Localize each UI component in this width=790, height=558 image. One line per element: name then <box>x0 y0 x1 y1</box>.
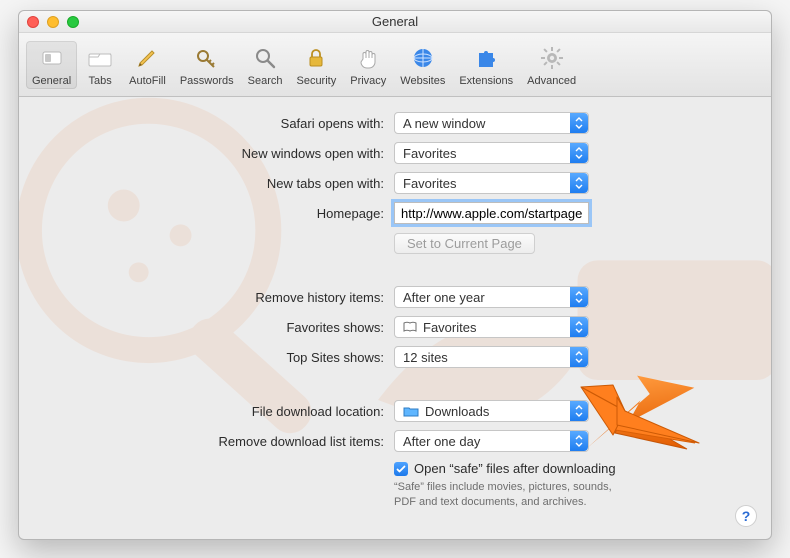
select-value: Downloads <box>425 404 489 419</box>
globe-icon <box>408 43 438 73</box>
toolbar-label: Advanced <box>527 75 576 87</box>
open-safe-files-label: Open “safe” files after downloading <box>414 461 616 476</box>
toolbar-item-tabs[interactable]: Tabs <box>79 41 121 89</box>
select-value: Favorites <box>403 176 456 191</box>
toolbar-item-general[interactable]: General <box>26 41 77 89</box>
toolbar-label: Passwords <box>180 75 234 87</box>
window-title: General <box>19 14 771 29</box>
titlebar: General <box>19 11 771 33</box>
gear-icon <box>537 43 567 73</box>
select-remove-downloads[interactable]: After one day <box>394 430 589 452</box>
folder-icon <box>403 405 419 417</box>
content-area: Safari opens with: A new window New wind… <box>19 97 771 539</box>
safe-files-help-text: “Safe” files include movies, pictures, s… <box>394 480 634 510</box>
toolbar-item-security[interactable]: Security <box>290 41 342 89</box>
chevron-updown-icon <box>570 143 588 163</box>
chevron-updown-icon <box>570 317 588 337</box>
select-remove-history[interactable]: After one year <box>394 286 589 308</box>
homepage-input[interactable] <box>394 202 589 224</box>
help-icon: ? <box>742 508 751 524</box>
toolbar-item-advanced[interactable]: Advanced <box>521 41 582 89</box>
label-safari-opens-with: Safari opens with: <box>39 116 394 131</box>
puzzle-icon <box>471 43 501 73</box>
open-safe-files-checkbox[interactable] <box>394 462 408 476</box>
chevron-updown-icon <box>570 347 588 367</box>
select-value: After one year <box>403 290 485 305</box>
label-remove-history: Remove history items: <box>39 290 394 305</box>
toolbar-item-privacy[interactable]: Privacy <box>344 41 392 89</box>
label-new-tabs-open-with: New tabs open with: <box>39 176 394 191</box>
select-file-download-location[interactable]: Downloads <box>394 400 589 422</box>
label-new-windows-open-with: New windows open with: <box>39 146 394 161</box>
label-homepage: Homepage: <box>39 206 394 221</box>
select-value: Favorites <box>403 146 456 161</box>
preferences-window: General General Tabs AutoFill <box>18 10 772 540</box>
select-favorites-shows[interactable]: Favorites <box>394 316 589 338</box>
hand-icon <box>353 43 383 73</box>
search-icon <box>250 43 280 73</box>
chevron-updown-icon <box>570 401 588 421</box>
select-value: A new window <box>403 116 485 131</box>
button-label: Set to Current Page <box>407 236 522 251</box>
select-new-windows-open-with[interactable]: Favorites <box>394 142 589 164</box>
chevron-updown-icon <box>570 287 588 307</box>
label-file-download-location: File download location: <box>39 404 394 419</box>
select-value: 12 sites <box>403 350 448 365</box>
help-button[interactable]: ? <box>735 505 757 527</box>
pencil-icon <box>132 43 162 73</box>
chevron-updown-icon <box>570 113 588 133</box>
toolbar-item-websites[interactable]: Websites <box>394 41 451 89</box>
label-remove-downloads: Remove download list items: <box>39 434 394 449</box>
switch-icon <box>37 43 67 73</box>
select-value: Favorites <box>423 320 476 335</box>
tabs-icon <box>85 43 115 73</box>
lock-icon <box>301 43 331 73</box>
toolbar-label: General <box>32 75 71 87</box>
select-value: After one day <box>403 434 480 449</box>
chevron-updown-icon <box>570 431 588 451</box>
toolbar-label: Security <box>296 75 336 87</box>
toolbar-label: Extensions <box>459 75 513 87</box>
toolbar-label: Websites <box>400 75 445 87</box>
select-safari-opens-with[interactable]: A new window <box>394 112 589 134</box>
toolbar-label: Search <box>248 75 283 87</box>
set-current-page-button[interactable]: Set to Current Page <box>394 233 535 254</box>
select-new-tabs-open-with[interactable]: Favorites <box>394 172 589 194</box>
chevron-updown-icon <box>570 173 588 193</box>
toolbar-label: AutoFill <box>129 75 166 87</box>
book-icon <box>403 321 417 333</box>
toolbar-item-extensions[interactable]: Extensions <box>453 41 519 89</box>
toolbar-item-passwords[interactable]: Passwords <box>174 41 240 89</box>
key-icon <box>192 43 222 73</box>
check-icon <box>396 464 406 474</box>
toolbar-item-autofill[interactable]: AutoFill <box>123 41 172 89</box>
label-favorites-shows: Favorites shows: <box>39 320 394 335</box>
toolbar-label: Tabs <box>89 75 112 87</box>
label-top-sites-shows: Top Sites shows: <box>39 350 394 365</box>
preferences-toolbar: General Tabs AutoFill Passwords <box>19 33 771 97</box>
select-top-sites-shows[interactable]: 12 sites <box>394 346 589 368</box>
toolbar-label: Privacy <box>350 75 386 87</box>
toolbar-item-search[interactable]: Search <box>242 41 289 89</box>
